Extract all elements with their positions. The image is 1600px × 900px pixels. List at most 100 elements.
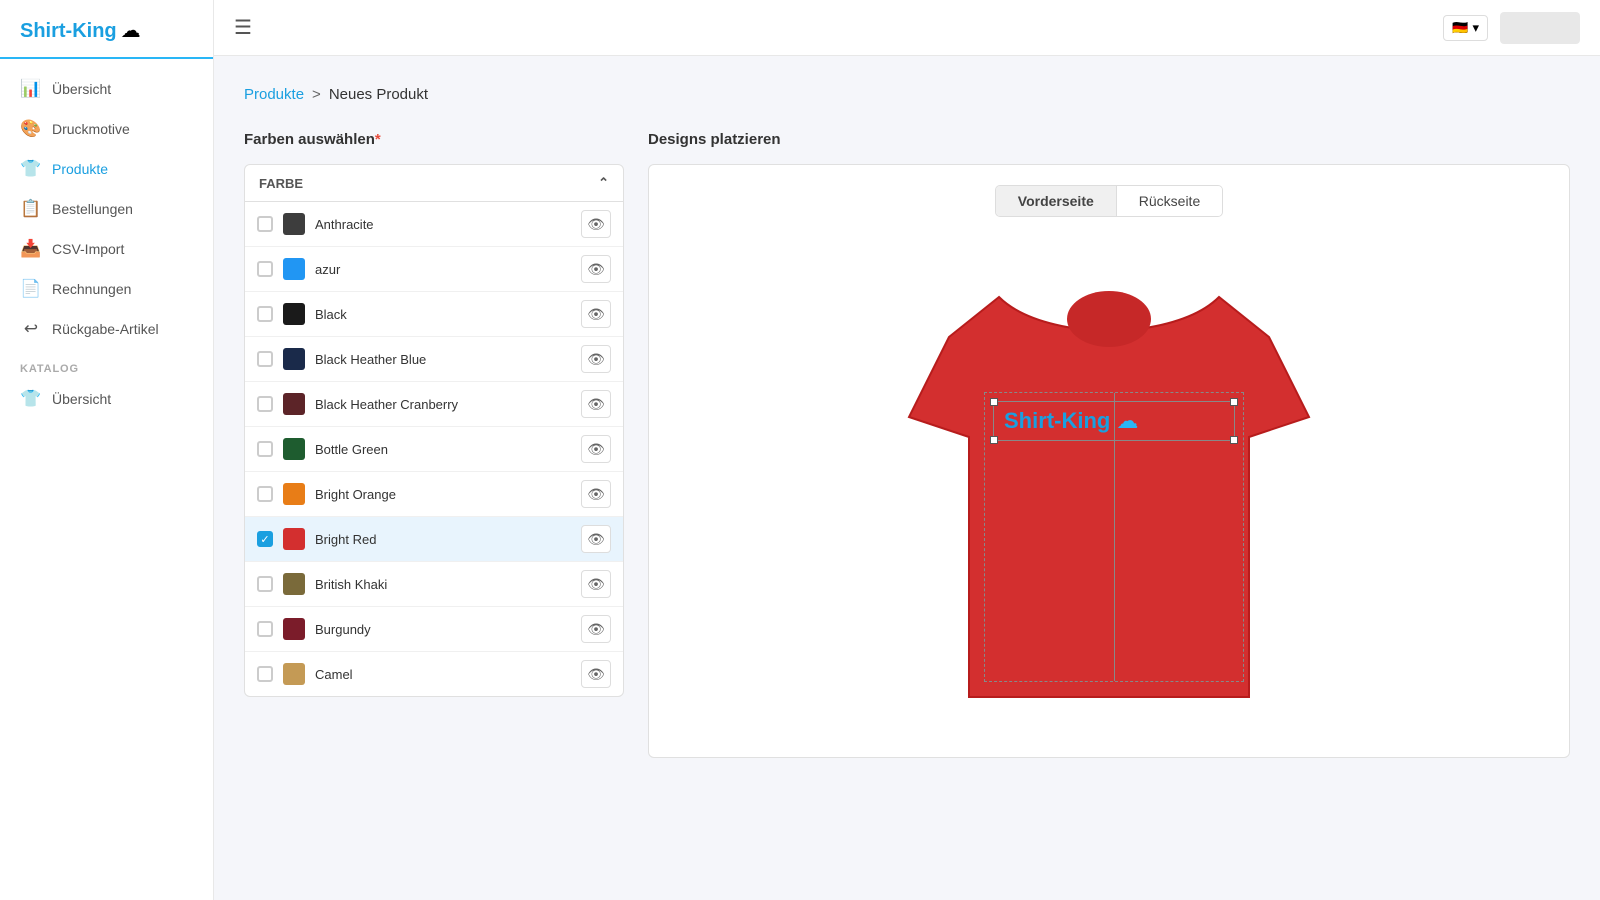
color-row-camel[interactable]: Camel 👁 bbox=[245, 652, 623, 696]
color-checkbox-anthracite[interactable] bbox=[257, 216, 273, 232]
color-checkbox-camel[interactable] bbox=[257, 666, 273, 682]
color-row-azur[interactable]: azur 👁 bbox=[245, 247, 623, 292]
sidebar-item-bestellungen[interactable]: 📋Bestellungen bbox=[0, 189, 213, 229]
handle-top-left[interactable] bbox=[990, 398, 998, 406]
handle-bottom-right[interactable] bbox=[1230, 436, 1238, 444]
color-checkbox-bottle-green[interactable] bbox=[257, 441, 273, 457]
color-name-bright-orange: Bright Orange bbox=[315, 487, 571, 502]
eye-button-british-khaki[interactable]: 👁 bbox=[581, 570, 611, 598]
sidebar-label-druckmotive: Druckmotive bbox=[52, 121, 130, 137]
hamburger-menu[interactable]: ☰ bbox=[234, 15, 252, 40]
color-name-black: Black bbox=[315, 307, 571, 322]
sidebar-icon-bestellungen: 📋 bbox=[20, 199, 42, 219]
sidebar-item-druckmotive[interactable]: 🎨 Druckmotive bbox=[0, 109, 213, 149]
required-marker: * bbox=[375, 131, 381, 148]
color-checkbox-bright-orange[interactable] bbox=[257, 486, 273, 502]
topbar-left: ☰ bbox=[234, 15, 252, 40]
color-row-black-heather-cranberry[interactable]: Black Heather Cranberry 👁 bbox=[245, 382, 623, 427]
eye-button-anthracite[interactable]: 👁 bbox=[581, 210, 611, 238]
sidebar-item-rueckgabe[interactable]: ↩ Rückgabe-Artikel bbox=[0, 309, 213, 349]
color-swatch-black bbox=[283, 303, 305, 325]
farben-column: Farben auswählen* FARBE ⌃ Anthracite 👁 a… bbox=[244, 131, 624, 697]
color-checkbox-black[interactable] bbox=[257, 306, 273, 322]
color-checkbox-azur[interactable] bbox=[257, 261, 273, 277]
color-checkbox-british-khaki[interactable] bbox=[257, 576, 273, 592]
design-logo-cloud-icon: ☁ bbox=[1116, 408, 1138, 434]
breadcrumb-current-page: Neues Produkt bbox=[329, 86, 428, 103]
sidebar-label-produkte: Produkte bbox=[52, 161, 108, 177]
eye-button-burgundy[interactable]: 👁 bbox=[581, 615, 611, 643]
color-row-bright-red[interactable]: Bright Red 👁 bbox=[245, 517, 623, 562]
farben-section-title: Farben auswählen* bbox=[244, 131, 624, 148]
color-checkbox-bright-red[interactable] bbox=[257, 531, 273, 547]
view-tabs: VorderseiteRückseite bbox=[995, 185, 1223, 217]
flag-icon: 🇩🇪 bbox=[1452, 20, 1468, 36]
logo-cloud-icon: ☁ bbox=[121, 18, 141, 43]
color-swatch-bottle-green bbox=[283, 438, 305, 460]
design-logo-box[interactable]: Shirt-King ☁ bbox=[993, 401, 1235, 441]
color-row-black[interactable]: Black 👁 bbox=[245, 292, 623, 337]
eye-button-bottle-green[interactable]: 👁 bbox=[581, 435, 611, 463]
logo: Shirt-King☁ bbox=[0, 0, 213, 59]
eye-button-black[interactable]: 👁 bbox=[581, 300, 611, 328]
color-row-burgundy[interactable]: Burgundy 👁 bbox=[245, 607, 623, 652]
color-checkbox-burgundy[interactable] bbox=[257, 621, 273, 637]
topbar-right: 🇩🇪 ▾ bbox=[1443, 12, 1580, 44]
sidebar-icon-katalog-uebersicht: 👕 bbox=[20, 389, 42, 409]
eye-button-bright-red[interactable]: 👁 bbox=[581, 525, 611, 553]
breadcrumb-products-link[interactable]: Produkte bbox=[244, 86, 304, 103]
color-checkbox-black-heather-cranberry[interactable] bbox=[257, 396, 273, 412]
sidebar-icon-rechnungen: 📄 bbox=[20, 279, 42, 299]
color-swatch-black-heather-cranberry bbox=[283, 393, 305, 415]
language-selector[interactable]: 🇩🇪 ▾ bbox=[1443, 15, 1488, 41]
sidebar-icon-rueckgabe: ↩ bbox=[20, 319, 42, 339]
sidebar-item-katalog-uebersicht[interactable]: 👕Übersicht bbox=[0, 379, 213, 419]
color-swatch-british-khaki bbox=[283, 573, 305, 595]
color-name-camel: Camel bbox=[315, 667, 571, 682]
breadcrumb: Produkte > Neues Produkt bbox=[244, 86, 1570, 103]
color-row-black-heather-blue[interactable]: Black Heather Blue 👁 bbox=[245, 337, 623, 382]
color-row-bright-orange[interactable]: Bright Orange 👁 bbox=[245, 472, 623, 517]
user-avatar bbox=[1500, 12, 1580, 44]
sidebar-item-csv-import[interactable]: 📥 CSV-Import bbox=[0, 229, 213, 269]
sidebar-icon-druckmotive: 🎨 bbox=[20, 119, 42, 139]
sidebar-label-uebersicht: Übersicht bbox=[52, 81, 111, 97]
color-swatch-bright-red bbox=[283, 528, 305, 550]
color-row-bottle-green[interactable]: Bottle Green 👁 bbox=[245, 427, 623, 472]
eye-button-camel[interactable]: 👁 bbox=[581, 660, 611, 688]
color-row-anthracite[interactable]: Anthracite 👁 bbox=[245, 202, 623, 247]
tab-rueckseite[interactable]: Rückseite bbox=[1117, 186, 1222, 216]
eye-button-black-heather-blue[interactable]: 👁 bbox=[581, 345, 611, 373]
breadcrumb-arrow: > bbox=[312, 86, 321, 103]
design-overlay[interactable]: Shirt-King ☁ bbox=[984, 392, 1244, 682]
sidebar-item-uebersicht[interactable]: 📊Übersicht bbox=[0, 69, 213, 109]
color-swatch-burgundy bbox=[283, 618, 305, 640]
topbar: ☰ 🇩🇪 ▾ bbox=[214, 0, 1600, 56]
main-columns: Farben auswählen* FARBE ⌃ Anthracite 👁 a… bbox=[244, 131, 1570, 758]
sidebar-item-produkte[interactable]: 👕Produkte bbox=[0, 149, 213, 189]
sidebar-icon-csv-import: 📥 bbox=[20, 239, 42, 259]
color-name-azur: azur bbox=[315, 262, 571, 277]
color-name-black-heather-blue: Black Heather Blue bbox=[315, 352, 571, 367]
eye-button-bright-orange[interactable]: 👁 bbox=[581, 480, 611, 508]
color-checkbox-black-heather-blue[interactable] bbox=[257, 351, 273, 367]
sidebar-label-csv-import: CSV-Import bbox=[52, 241, 124, 257]
tab-vorderseite[interactable]: Vorderseite bbox=[996, 186, 1117, 216]
color-row-british-khaki[interactable]: British Khaki 👁 bbox=[245, 562, 623, 607]
color-swatch-azur bbox=[283, 258, 305, 280]
eye-button-azur[interactable]: 👁 bbox=[581, 255, 611, 283]
katalog-section-label: KATALOG bbox=[0, 349, 213, 379]
sidebar-item-rechnungen[interactable]: 📄Rechnungen bbox=[0, 269, 213, 309]
sidebar-label-rueckgabe: Rückgabe-Artikel bbox=[52, 321, 159, 337]
color-table-header: FARBE ⌃ bbox=[245, 165, 623, 202]
page-content: Produkte > Neues Produkt Farben auswähle… bbox=[214, 56, 1600, 900]
eye-button-black-heather-cranberry[interactable]: 👁 bbox=[581, 390, 611, 418]
sort-icon[interactable]: ⌃ bbox=[598, 175, 609, 191]
handle-top-right[interactable] bbox=[1230, 398, 1238, 406]
handle-bottom-left[interactable] bbox=[990, 436, 998, 444]
sidebar-navigation: 📊Übersicht🎨Druckmotive👕Produkte📋Bestellu… bbox=[0, 59, 213, 429]
design-logo-text: Shirt-King bbox=[1004, 408, 1110, 434]
color-name-bottle-green: Bottle Green bbox=[315, 442, 571, 457]
color-name-anthracite: Anthracite bbox=[315, 217, 571, 232]
color-swatch-bright-orange bbox=[283, 483, 305, 505]
